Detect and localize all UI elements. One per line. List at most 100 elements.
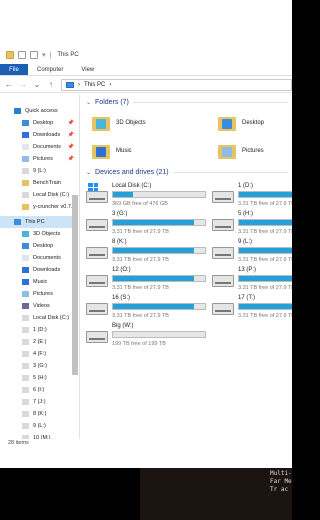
- drive-free-space: 3.31 TB free of 27.9 TB: [112, 313, 169, 319]
- folder-icon: [22, 180, 29, 186]
- folder-label: Desktop: [242, 120, 265, 126]
- sidebar-item[interactable]: BenchTrain: [0, 177, 78, 189]
- drive-usage-bar: [238, 247, 292, 254]
- pictures-icon: [22, 156, 29, 162]
- pin-icon: 📌: [67, 132, 74, 138]
- folders-group-header[interactable]: ⌄ Folders (7): [86, 99, 292, 106]
- drive-free-space: 3.31 TB free of 27.9 TB: [238, 201, 292, 207]
- sidebar-item-label: 8 (K:): [33, 411, 47, 417]
- drive-icon: [22, 423, 29, 429]
- folder-label: 3D Objects: [116, 120, 146, 126]
- drives-group-header[interactable]: ⌄ Devices and drives (21): [86, 169, 292, 176]
- hard-drive-icon: [212, 219, 234, 231]
- sidebar-item-label: Quick access: [25, 108, 58, 114]
- drive-tile[interactable]: Big (W:) 199 TB free of 199 TB: [82, 323, 206, 357]
- drive-free-space: 3.31 TB free of 27.9 TB: [238, 257, 292, 263]
- sidebar-item[interactable]: Pictures: [0, 288, 78, 300]
- document-icon: [22, 144, 29, 150]
- sidebar-item[interactable]: Quick access: [0, 105, 78, 117]
- folder-desktop[interactable]: Desktop: [218, 115, 264, 131]
- sidebar-item[interactable]: Music: [0, 276, 78, 288]
- sidebar-item[interactable]: Local Disk (C:): [0, 312, 78, 324]
- drive-name: 16 (S:): [112, 295, 131, 301]
- drive-name: 13 (P:): [238, 267, 257, 273]
- sidebar-item[interactable]: 8 (K:): [0, 408, 78, 420]
- drive-tile[interactable]: 17 (T:) 3.31 TB free of 27.9 TB: [208, 295, 292, 329]
- tab-file[interactable]: File: [0, 64, 28, 75]
- up-arrow-icon[interactable]: ↑: [47, 80, 55, 89]
- drive-usage-bar: [112, 219, 206, 226]
- terminal-line: Far Me: [270, 478, 292, 485]
- folder-music[interactable]: Music: [92, 143, 132, 159]
- sidebar-item-label: Desktop: [33, 243, 54, 249]
- desktop-icon: [218, 115, 236, 131]
- sidebar-item[interactable]: Downloads 📌: [0, 129, 78, 141]
- address-field[interactable]: › This PC ›: [61, 78, 292, 91]
- sidebar-item[interactable]: This PC: [0, 216, 78, 228]
- sidebar-item[interactable]: Desktop 📌: [0, 117, 78, 129]
- sidebar-item[interactable]: 9 (L:): [0, 420, 78, 432]
- drive-free-space: 369 GB free of 476 GB: [112, 201, 168, 207]
- sidebar-item-label: y-cruncher v0.7.: [33, 204, 73, 210]
- forward-arrow-icon[interactable]: →: [19, 80, 27, 89]
- drive-usage-fill: [113, 248, 194, 253]
- breadcrumb-separator-icon: ›: [78, 81, 80, 88]
- drive-free-space: 3.31 TB free of 27.9 TB: [112, 285, 169, 291]
- pictures-icon: [218, 143, 236, 159]
- pin-icon: 📌: [67, 144, 74, 150]
- tab-computer[interactable]: Computer: [28, 64, 72, 75]
- sidebar-item[interactable]: 7 (J:): [0, 396, 78, 408]
- drive-usage-bar: [238, 219, 292, 226]
- sidebar-item[interactable]: Videos: [0, 300, 78, 312]
- drive-usage-bar: [238, 191, 292, 198]
- sidebar-item[interactable]: 4 (F:): [0, 348, 78, 360]
- sidebar-item[interactable]: 5 (H:): [0, 372, 78, 384]
- recent-chevron-icon[interactable]: ⌄: [33, 80, 41, 89]
- music-icon: [22, 279, 29, 285]
- chevron-down-icon[interactable]: ⌄: [86, 99, 91, 106]
- group-divider: [132, 102, 288, 103]
- back-arrow-icon[interactable]: ←: [5, 80, 13, 89]
- folder-icon: [22, 204, 29, 210]
- sidebar-item[interactable]: y-cruncher v0.7.: [0, 201, 78, 213]
- sidebar-item-label: 2 (E:): [33, 339, 47, 345]
- title-bar: ▾ | This PC: [0, 46, 292, 64]
- hard-drive-icon: [86, 247, 108, 259]
- sidebar-item-label: 3 (G:): [33, 363, 48, 369]
- quick-access-new-folder-icon[interactable]: [30, 51, 38, 59]
- breadcrumb-chevron-icon[interactable]: ›: [109, 82, 111, 88]
- sidebar-item[interactable]: Local Disk (C:): [0, 189, 78, 201]
- music-icon: [92, 143, 110, 159]
- sidebar-item[interactable]: 3D Objects: [0, 228, 78, 240]
- group-divider: [172, 172, 288, 173]
- sidebar-item[interactable]: Pictures 📌: [0, 153, 78, 165]
- sidebar-item[interactable]: 9 (L:): [0, 165, 78, 177]
- chevron-down-icon[interactable]: ⌄: [86, 169, 91, 176]
- sidebar-item-label: This PC: [25, 219, 45, 225]
- folder-3d-objects[interactable]: 3D Objects: [92, 115, 146, 131]
- hard-drive-icon: [86, 219, 108, 231]
- sidebar-item[interactable]: 3 (G:): [0, 360, 78, 372]
- sidebar-item[interactable]: 6 (I:): [0, 384, 78, 396]
- folder-label: Pictures: [242, 148, 264, 154]
- sidebar-item[interactable]: 2 (E:): [0, 336, 78, 348]
- tab-view[interactable]: View: [72, 64, 103, 75]
- chevron-down-icon[interactable]: ▾: [42, 51, 46, 59]
- folder-pictures[interactable]: Pictures: [218, 143, 264, 159]
- sidebar-item[interactable]: Documents: [0, 252, 78, 264]
- star-icon: [14, 108, 21, 114]
- drive-name: Local Disk (C:): [112, 183, 152, 189]
- sidebar-item-label: Downloads: [33, 132, 61, 138]
- breadcrumb-this-pc[interactable]: This PC: [84, 82, 105, 88]
- sidebar-scrollbar[interactable]: [72, 195, 78, 375]
- download-icon: [22, 267, 29, 273]
- download-icon: [22, 132, 29, 138]
- sidebar-item[interactable]: Downloads: [0, 264, 78, 276]
- sidebar-item[interactable]: Desktop: [0, 240, 78, 252]
- sidebar-item[interactable]: 1 (D:): [0, 324, 78, 336]
- sidebar-item[interactable]: 10 (M:): [0, 432, 78, 439]
- sidebar-item[interactable]: Documents 📌: [0, 141, 78, 153]
- drive-name: 9 (L:): [238, 239, 253, 245]
- quick-access-check-icon[interactable]: [18, 51, 26, 59]
- drive-name: 3 (G:): [112, 211, 128, 217]
